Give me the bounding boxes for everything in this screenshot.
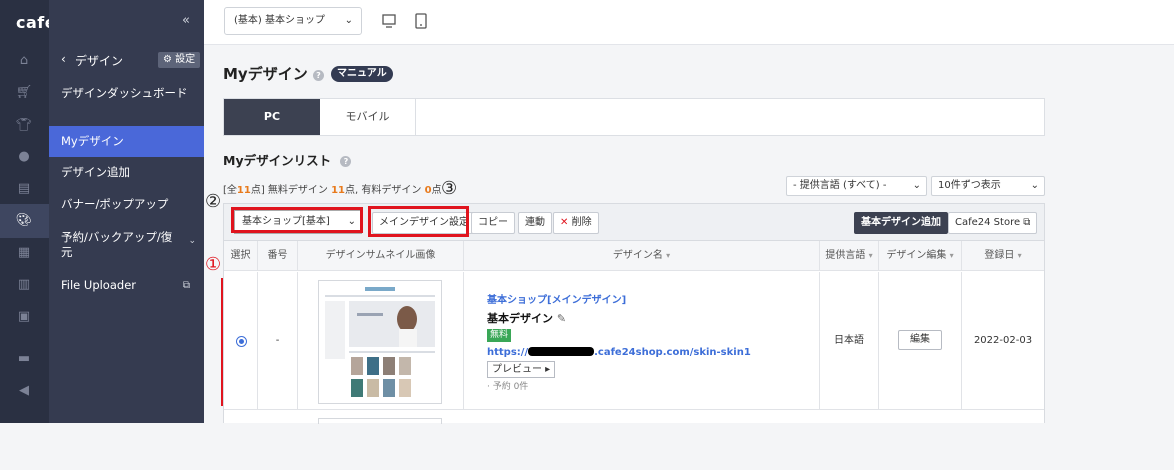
chevron-down-icon: ⌄ [1030,180,1039,191]
section-title: Myデザインリスト ? [223,150,352,169]
sidebar-item-label: バナー/ポップアップ [61,197,169,211]
column-header-thumbnail: デザインサムネイル画像 [298,241,464,271]
language-filter-select[interactable]: - 提供言語 (すべて) - ⌄ [786,176,927,196]
design-thumbnail[interactable] [318,280,442,404]
bag-icon[interactable]: ▬ [15,350,33,368]
user-icon[interactable]: ● [15,148,33,166]
edit-button[interactable]: 編集 [898,330,942,350]
desktop-icon[interactable] [382,13,396,29]
help-icon[interactable]: ? [312,70,324,81]
design-url[interactable]: https://.cafe24shop.com/skin-skin1 [487,346,751,360]
design-shop-tag[interactable]: 基本ショップ[メインデザイン] [487,294,751,308]
page-title: Myデザイン ? [223,63,324,84]
column-header-date[interactable]: 登録日 ▾ [962,241,1044,271]
column-header-language[interactable]: 提供言語 ▾ [820,241,879,271]
tab-pc[interactable]: PC [224,99,320,135]
sidebar-item-reserve-backup[interactable]: 予約/バックアップ/復元 ⌄ [49,230,196,262]
cell-edit: 編集 [879,272,962,410]
sidebar-item-add-design[interactable]: デザイン追加 [49,165,204,183]
tab-mobile[interactable]: モバイル [320,99,416,135]
copy-button[interactable]: コピー [471,212,515,234]
sort-icon: ▾ [868,251,873,260]
design-name: 基本デザイン ✎ [487,312,567,325]
chevron-down-icon: ⌄ [344,15,353,26]
free-badge-wrap: 無料 [487,328,751,342]
shop-select[interactable]: (基本) 基本ショップ ⌄ [224,7,362,35]
sort-icon: ▾ [949,251,954,260]
annotation-number-1: ① [205,254,222,275]
reservation-count: · 予約 0件 [487,382,529,392]
icon-rail: cafe24 ⌂ 🛒︎ 👕︎ ● ▤ 🎨︎ ▦ ▥ ▣ ▬ ◀ [0,0,79,423]
palette-icon[interactable]: 🎨︎ [15,212,33,230]
manual-badge[interactable]: マニュアル [331,66,393,82]
delete-button[interactable]: ✕ 削除 [553,212,599,234]
sidebar-item-label: Myデザイン [61,134,124,148]
app-icon[interactable]: ▣ [15,308,33,326]
home-icon[interactable]: ⌂ [15,52,33,70]
back-icon[interactable]: ‹ [61,52,66,66]
cell-language: 日本語 [820,272,879,410]
top-bar: (基本) 基本ショップ ⌄ [204,0,1174,45]
next-table-row [224,411,1044,424]
sidebar-item-label: デザインダッシュボード [61,86,188,100]
submenu-header: ‹ デザイン ⚙ 設定 [61,52,201,70]
design-submenu: « ‹ デザイン ⚙ 設定 デザインダッシュボード Myデザイン デザイン追加 … [49,0,204,423]
design-info: 基本ショップ[メインデザイン] 基本デザイン ✎ 無料 https://.caf… [487,294,751,394]
cell-select [224,272,258,410]
annotation-number-3: ③ [441,178,458,199]
page-size-select[interactable]: 10件ずつ表示 ⌄ [931,176,1045,196]
cell-thumbnail [298,272,464,410]
shop-select-value: (基本) 基本ショップ [234,15,325,26]
megaphone-icon[interactable]: ◀ [15,382,33,400]
cart-icon[interactable]: 🛒︎ [15,84,33,102]
preview-button[interactable]: プレビュー ▸ [487,361,556,378]
cell-design-name: 基本ショップ[メインデザイン] 基本デザイン ✎ 無料 https://.caf… [464,272,820,410]
chart-icon[interactable]: ▥ [15,276,33,294]
collapse-menu-icon[interactable]: « [182,13,190,28]
settings-button[interactable]: ⚙ 設定 [158,52,201,68]
device-tabs: PC モバイル [223,98,1045,136]
external-link-icon: ⧉ [182,280,190,291]
sort-icon: ▾ [666,251,671,260]
pencil-icon[interactable]: ✎ [557,312,566,325]
chevron-down-icon: ⌄ [912,180,921,191]
shirt-icon[interactable]: 👕︎ [15,117,33,135]
link-button[interactable]: 連動 [518,212,552,234]
redacted-text [528,347,595,356]
cell-date: 2022-02-03 [962,272,1044,410]
thumbnail-image [319,281,441,403]
chevron-down-icon: ⌄ [188,236,196,246]
sidebar-item-my-design[interactable]: Myデザイン [49,126,204,157]
document-icon[interactable]: ▤ [15,180,33,198]
design-table: 選択 番号 デザインサムネイル画像 デザイン名 ▾ 提供言語 ▾ デザイン編集 … [223,241,1045,424]
close-icon: ✕ [560,217,569,228]
column-header-number: 番号 [258,241,298,271]
column-header-edit[interactable]: デザイン編集 ▾ [879,241,962,271]
cell-number: - [258,272,298,410]
help-icon[interactable]: ? [340,156,352,167]
free-badge: 無料 [487,329,512,342]
mobile-icon[interactable] [414,13,428,29]
sidebar-item-file-uploader[interactable]: File Uploader ⧉ [49,278,204,296]
sidebar-item-banner-popup[interactable]: バナー/ポップアップ [49,197,204,215]
annotation-number-2: ② [205,191,222,212]
sidebar-item-label: File Uploader [61,278,136,292]
column-header-select: 選択 [224,241,258,271]
sort-icon: ▾ [1017,251,1022,260]
design-count-summary: [全11点] 無料デザイン 11点, 有料デザイン 0点 [223,185,442,196]
design-select-radio[interactable] [236,336,247,347]
add-basic-design-button[interactable]: 基本デザイン追加 [854,212,948,234]
next-thumbnail [318,418,442,424]
sidebar-item-label: 予約/バックアップ/復元 [61,230,173,259]
sidebar-item-label: デザイン追加 [61,165,130,179]
column-header-design-name[interactable]: デザイン名 ▾ [464,241,820,271]
annotation-box-shop-select [231,207,363,233]
annotation-box-set-main [368,206,469,237]
cafe24-store-button[interactable]: Cafe24 Store ⧉ [948,212,1038,234]
submenu-title: デザイン [75,54,124,68]
preview-wrap: プレビュー ▸ [487,361,751,378]
sidebar-item-design-dashboard[interactable]: デザインダッシュボード [49,85,204,119]
store-icon[interactable]: ▦ [15,244,33,262]
